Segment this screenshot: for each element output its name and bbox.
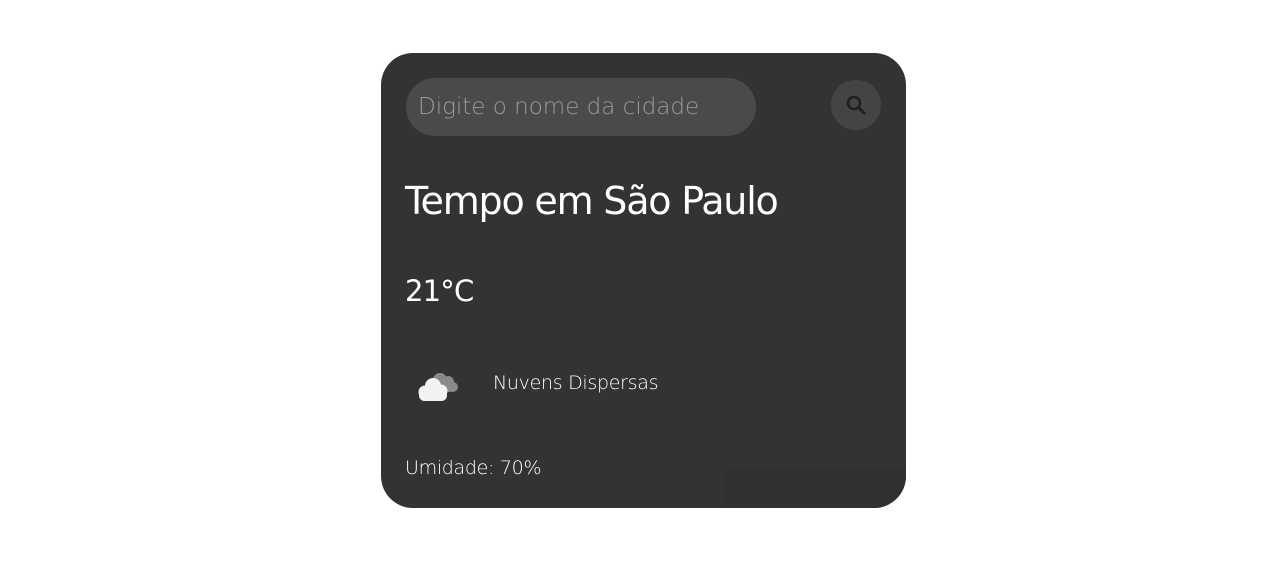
page: Tempo em São Paulo 21°C Nuvens Dispersas…	[0, 0, 1283, 562]
search-button[interactable]	[831, 80, 881, 130]
weather-description: Nuvens Dispersas	[493, 372, 659, 394]
search-bar	[406, 78, 881, 136]
city-title: Tempo em São Paulo	[405, 179, 779, 223]
card-shade	[724, 468, 906, 508]
weather-card: Tempo em São Paulo 21°C Nuvens Dispersas…	[381, 53, 906, 508]
search-icon	[846, 95, 866, 115]
humidity: Umidade: 70%	[405, 457, 542, 479]
scattered-clouds-icon	[418, 373, 458, 401]
search-input[interactable]	[406, 78, 756, 136]
temperature: 21°C	[405, 274, 474, 308]
